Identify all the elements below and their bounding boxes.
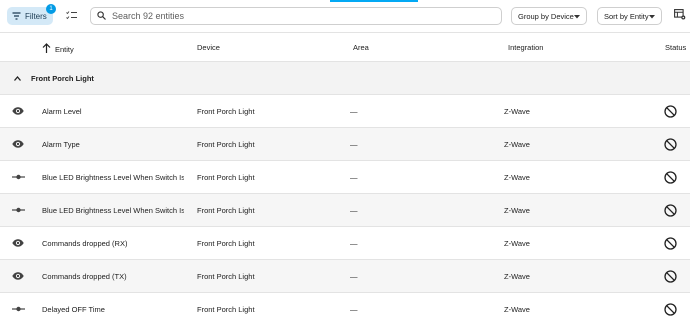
cell-area: — <box>350 107 358 116</box>
cell-integration: Z-Wave <box>504 140 530 149</box>
sort-by-label: Sort by Entity <box>604 11 649 21</box>
slider-icon <box>11 303 25 315</box>
cell-area: — <box>350 140 358 149</box>
disabled-icon <box>664 237 677 250</box>
filters-count-badge: 1 <box>46 4 56 14</box>
search-input[interactable] <box>112 11 492 21</box>
cell-area: — <box>350 272 358 281</box>
cell-entity: Commands dropped (RX) <box>42 239 128 248</box>
toolbar: Filters 1 Group by Device Sort by Entity <box>0 0 690 32</box>
chevron-up-icon <box>14 74 21 83</box>
table-header: Entity Device Area Integration Status <box>0 32 690 62</box>
entity-list: Alarm Level Front Porch Light — Z-Wave Alarm… <box>0 95 690 320</box>
checklist-icon <box>65 7 77 25</box>
selection-mode-button[interactable] <box>62 7 80 25</box>
filters-label: Filters <box>25 11 47 21</box>
slider-icon <box>11 171 25 183</box>
cell-entity: Alarm Type <box>42 140 80 149</box>
disabled-icon <box>664 171 677 184</box>
eye-icon <box>11 105 25 117</box>
table-cog-icon <box>674 7 686 25</box>
column-header-entity[interactable]: Entity <box>42 43 74 55</box>
cell-area: — <box>350 206 358 215</box>
cell-device: Front Porch Light <box>197 239 255 248</box>
sort-by-dropdown[interactable]: Sort by Entity <box>597 7 662 25</box>
group-by-label: Group by Device <box>518 11 574 21</box>
disabled-icon <box>664 270 677 283</box>
arrow-up-icon <box>42 43 51 55</box>
cell-entity: Blue LED Brightness Level When Switch Is… <box>42 173 184 182</box>
cell-device: Front Porch Light <box>197 272 255 281</box>
search-field[interactable] <box>90 7 502 25</box>
disabled-icon <box>664 303 677 316</box>
table-row[interactable]: Blue LED Brightness Level When Switch Is… <box>0 161 690 194</box>
caret-down-icon <box>649 12 655 21</box>
column-header-entity-label: Entity <box>55 44 74 54</box>
table-row[interactable]: Blue LED Brightness Level When Switch Is… <box>0 194 690 227</box>
cell-integration: Z-Wave <box>504 206 530 215</box>
cell-area: — <box>350 305 358 314</box>
cell-integration: Z-Wave <box>504 173 530 182</box>
group-header[interactable]: Front Porch Light <box>0 62 690 95</box>
cell-integration: Z-Wave <box>504 305 530 314</box>
slider-icon <box>11 204 25 216</box>
group-by-dropdown[interactable]: Group by Device <box>511 7 587 25</box>
cell-device: Front Porch Light <box>197 107 255 116</box>
cell-device: Front Porch Light <box>197 140 255 149</box>
column-header-status[interactable]: Status <box>665 43 686 52</box>
cell-entity: Delayed OFF Time <box>42 305 105 314</box>
eye-icon <box>11 270 25 282</box>
cell-integration: Z-Wave <box>504 272 530 281</box>
table-row[interactable]: Commands dropped (TX) Front Porch Light — Z… <box>0 260 690 293</box>
table-row[interactable]: Alarm Level Front Porch Light — Z-Wave <box>0 95 690 128</box>
table-row[interactable]: Commands dropped (RX) Front Porch Light — Z… <box>0 227 690 260</box>
column-header-integration[interactable]: Integration <box>508 43 543 52</box>
cell-integration: Z-Wave <box>504 239 530 248</box>
disabled-icon <box>664 105 677 118</box>
cell-device: Front Porch Light <box>197 206 255 215</box>
disabled-icon <box>664 138 677 151</box>
cell-device: Front Porch Light <box>197 173 255 182</box>
table-row[interactable]: Alarm Type Front Porch Light — Z-Wave <box>0 128 690 161</box>
cell-entity: Commands dropped (TX) <box>42 272 127 281</box>
cell-device: Front Porch Light <box>197 305 255 314</box>
filter-icon <box>12 7 21 25</box>
column-header-area[interactable]: Area <box>353 43 369 52</box>
column-header-device[interactable]: Device <box>197 43 220 52</box>
eye-icon <box>11 237 25 249</box>
table-row[interactable]: Delayed OFF Time Front Porch Light — Z-Wave <box>0 293 690 320</box>
eye-icon <box>11 138 25 150</box>
group-title: Front Porch Light <box>31 73 94 83</box>
cell-entity: Alarm Level <box>42 107 82 116</box>
caret-down-icon <box>574 12 580 21</box>
cell-area: — <box>350 239 358 248</box>
cell-entity: Blue LED Brightness Level When Switch Is… <box>42 206 184 215</box>
search-icon <box>97 7 106 25</box>
cell-area: — <box>350 173 358 182</box>
disabled-icon <box>664 204 677 217</box>
table-settings-button[interactable] <box>672 8 688 24</box>
cell-integration: Z-Wave <box>504 107 530 116</box>
